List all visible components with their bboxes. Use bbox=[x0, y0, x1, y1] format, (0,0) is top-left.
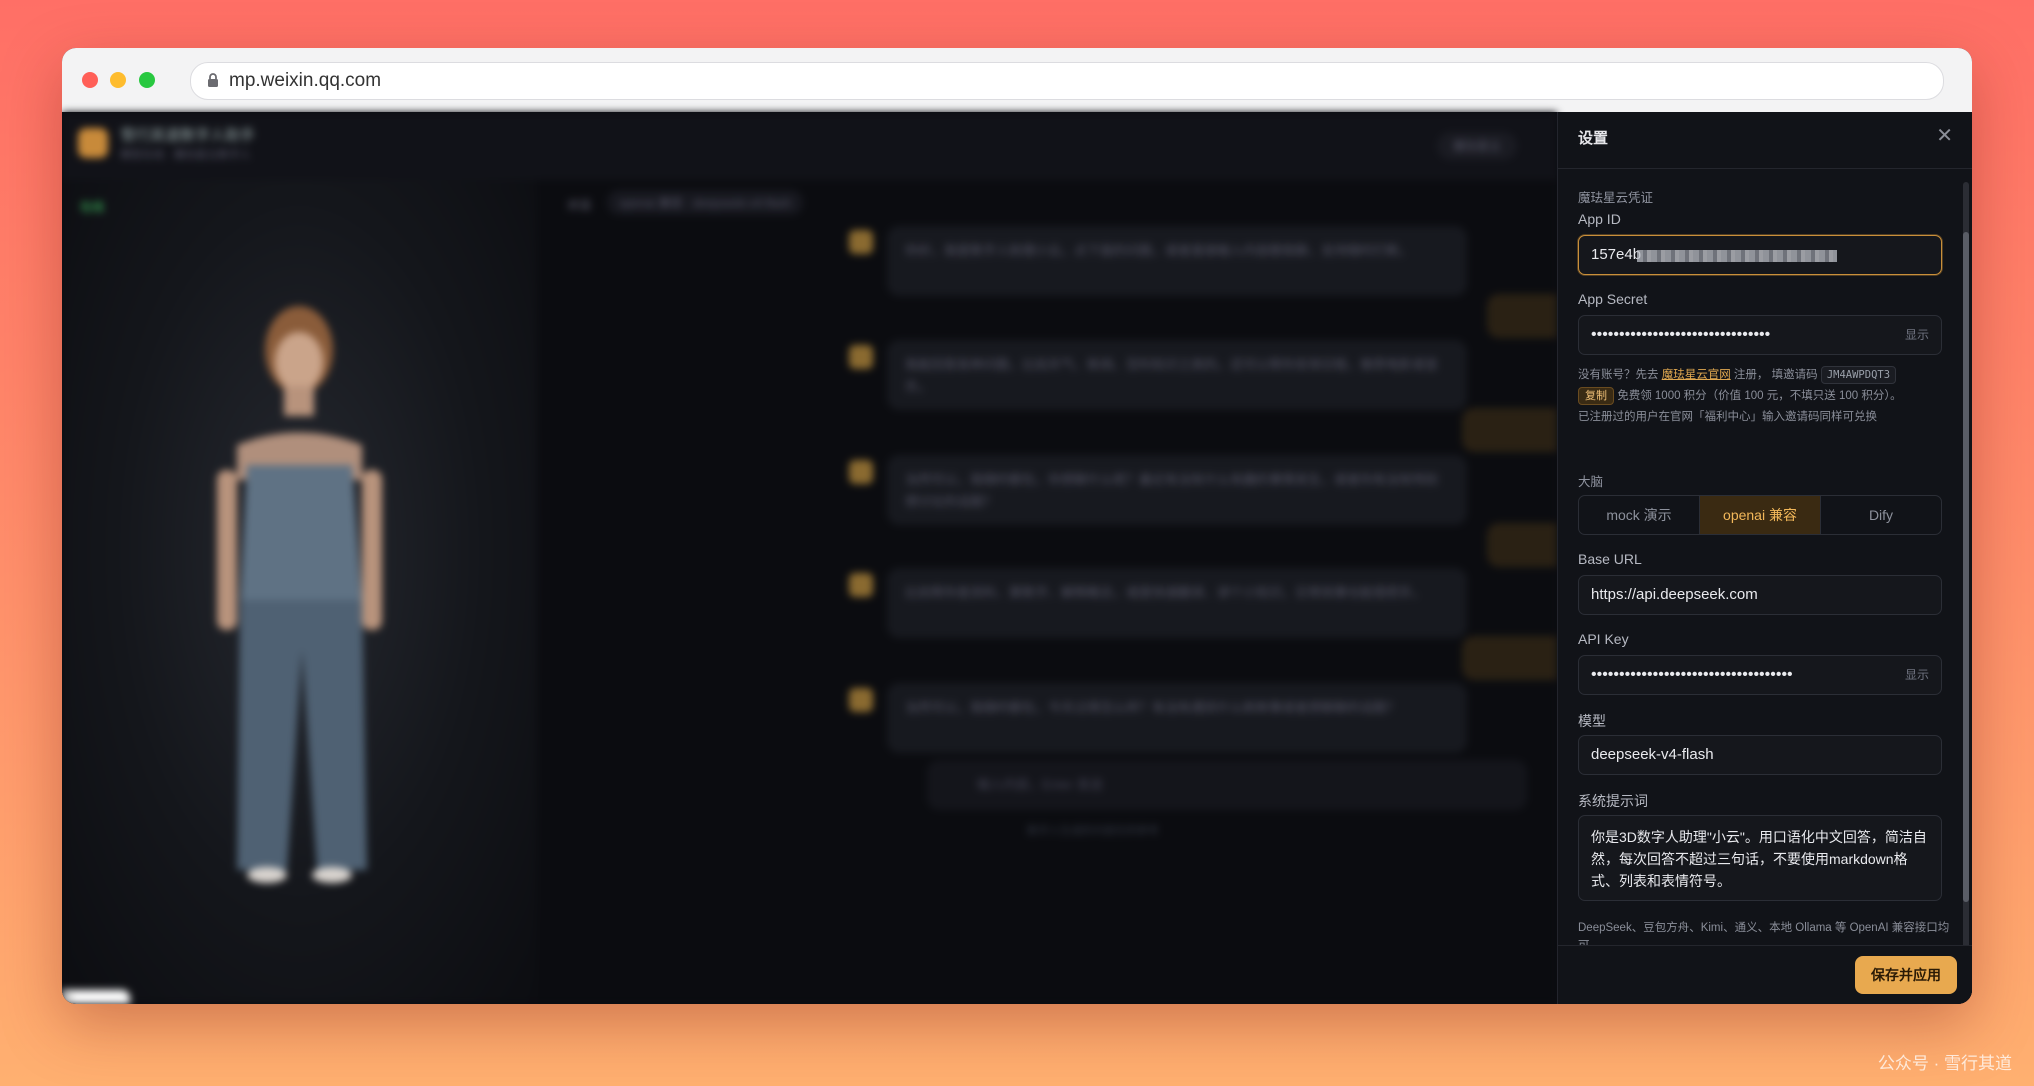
user-message bbox=[1462, 408, 1557, 452]
api-key-input[interactable]: •••••••••••••••••••••••••••••••••••• 显示 bbox=[1578, 655, 1942, 695]
maximize-window-button[interactable] bbox=[139, 72, 155, 88]
settings-scrollbar-thumb[interactable] bbox=[1963, 232, 1969, 902]
settings-footer: 保存并应用 bbox=[1558, 945, 1972, 1004]
close-window-button[interactable] bbox=[82, 72, 98, 88]
copy-invite-code-button[interactable]: 复制 bbox=[1578, 387, 1614, 405]
app-viewport: 雪行其道数字人助手 模型在线 · 魔珐星云数字人 魔珐星云 在线 对话 open… bbox=[62, 112, 1972, 1004]
browser-titlebar: mp.weixin.qq.com bbox=[62, 48, 1972, 113]
base-url-label: Base URL bbox=[1578, 551, 1642, 567]
app-secret-label: App Secret bbox=[1578, 291, 1648, 307]
close-icon[interactable]: ✕ bbox=[1936, 123, 1953, 148]
app-id-label: App ID bbox=[1578, 211, 1621, 227]
bot-message: 我能回答各种问题，比如天气、新闻、百科知识之类的。还可以帮你安排日程，推荐电影或… bbox=[887, 340, 1467, 410]
top-right-button[interactable]: 魔珐星云 bbox=[1437, 132, 1517, 160]
brain-section-label: 大脑 bbox=[1578, 475, 1604, 489]
bot-message: 你好，我是数字人助理小云。点下面的问题，或者直接输入内容跟我聊，支持随时打断。 bbox=[887, 226, 1467, 296]
chat-input[interactable]: 输入内容，Enter 发送 bbox=[927, 760, 1527, 810]
digital-human-figure bbox=[217, 306, 382, 883]
app-logo bbox=[78, 128, 108, 158]
brain-selector: mock 演示 openai 兼容 Dify bbox=[1578, 495, 1942, 535]
settings-panel: 设置 ✕ 魔珐星云凭证 App ID 157e4b App Secret •••… bbox=[1557, 112, 1972, 1004]
app-title: 雪行其道数字人助手 bbox=[120, 127, 256, 144]
signup-hint: 没有账号？先去 魔珐星云官网 注册， 填邀请码 JM4AWPDQT3 复制 免费… bbox=[1578, 365, 1950, 428]
bot-avatar bbox=[849, 688, 873, 712]
settings-title: 设置 bbox=[1578, 130, 1609, 147]
brain-option-mock[interactable]: mock 演示 bbox=[1579, 496, 1700, 534]
app-secret-input[interactable]: •••••••••••••••••••••••••••••••• 显示 bbox=[1578, 315, 1942, 355]
bot-avatar bbox=[849, 230, 873, 254]
watermark: 公众号 · 雪行其道 bbox=[1877, 1054, 2012, 1073]
show-api-key-button[interactable]: 显示 bbox=[1905, 656, 1929, 694]
user-message bbox=[1487, 523, 1557, 567]
api-key-label: API Key bbox=[1578, 631, 1629, 647]
settings-header: 设置 ✕ bbox=[1558, 112, 1972, 169]
redaction-mask bbox=[1637, 250, 1837, 262]
credentials-section-label: 魔珐星云凭证 bbox=[1578, 191, 1654, 205]
address-bar[interactable]: mp.weixin.qq.com bbox=[190, 62, 1944, 100]
settings-body: 魔珐星云凭证 App ID 157e4b App Secret ••••••••… bbox=[1558, 169, 1972, 946]
system-prompt-textarea[interactable]: 你是3D数字人助理"小云"。用口语化中文回答，简洁自然，每次回答不超过三句话，不… bbox=[1578, 815, 1942, 901]
base-url-input[interactable]: https://api.deepseek.com bbox=[1578, 575, 1942, 615]
brain-option-openai[interactable]: openai 兼容 bbox=[1700, 496, 1821, 534]
chat-footer-note: 数字人生成的内容仅供参考 bbox=[1027, 825, 1159, 837]
official-site-link[interactable]: 魔珐星云官网 bbox=[1662, 369, 1731, 381]
app-subtitle: 模型在线 · 魔珐星云数字人 bbox=[120, 149, 251, 161]
model-pill: openai 兼容 · deepseek-v4-flash bbox=[607, 190, 804, 215]
bot-avatar bbox=[849, 460, 873, 484]
lock-icon bbox=[207, 72, 219, 93]
browser-window: mp.weixin.qq.com 雪行其道数字人助手 模型在线 · 魔珐星云数字… bbox=[62, 48, 1972, 1004]
bot-avatar bbox=[849, 573, 873, 597]
brain-option-dify[interactable]: Dify bbox=[1821, 496, 1941, 534]
bot-message: 比如帮你查资料、算数字、解释概念，或是快速翻译、讲个小知识。日常琐事也能搭把手。 bbox=[887, 568, 1467, 638]
minimize-window-button[interactable] bbox=[110, 72, 126, 88]
compat-note: DeepSeek、豆包方舟、Kimi、通义、本地 Ollama 等 OpenAI… bbox=[1578, 922, 1950, 946]
chat-pane: 对话 openai 兼容 · deepseek-v4-flash 你好，我是数字… bbox=[537, 180, 1557, 1004]
show-secret-button[interactable]: 显示 bbox=[1905, 316, 1929, 354]
ime-indicator: 中 bbox=[62, 990, 130, 1004]
bot-message: 当然可以，我随时都在。今天过得怎么样？有没有遇到什么新鲜事或者想聊聊的话题？ bbox=[887, 683, 1467, 753]
avatar-stage: 在线 bbox=[62, 180, 537, 1004]
app-topbar: 雪行其道数字人助手 模型在线 · 魔珐星云数字人 魔珐星云 bbox=[62, 112, 1557, 180]
invite-code: JM4AWPDQT3 bbox=[1820, 366, 1897, 384]
chat-label: 对话 bbox=[567, 198, 592, 212]
bot-avatar bbox=[849, 345, 873, 369]
model-label: 模型 bbox=[1578, 713, 1606, 729]
app-id-input[interactable]: 157e4b bbox=[1578, 235, 1942, 275]
user-message bbox=[1487, 294, 1557, 338]
bot-message: 当然可以，我随时都在。你想聊什么呢？最近有没有什么有趣的事情发生，或者你有没有特… bbox=[887, 455, 1467, 525]
blurred-background-app: 雪行其道数字人助手 模型在线 · 魔珐星云数字人 魔珐星云 在线 对话 open… bbox=[62, 112, 1557, 1004]
url-text: mp.weixin.qq.com bbox=[229, 70, 382, 91]
user-message bbox=[1462, 636, 1557, 680]
system-prompt-label: 系统提示词 bbox=[1578, 793, 1648, 809]
model-input[interactable]: deepseek-v4-flash bbox=[1578, 735, 1942, 775]
save-and-apply-button[interactable]: 保存并应用 bbox=[1855, 956, 1957, 994]
